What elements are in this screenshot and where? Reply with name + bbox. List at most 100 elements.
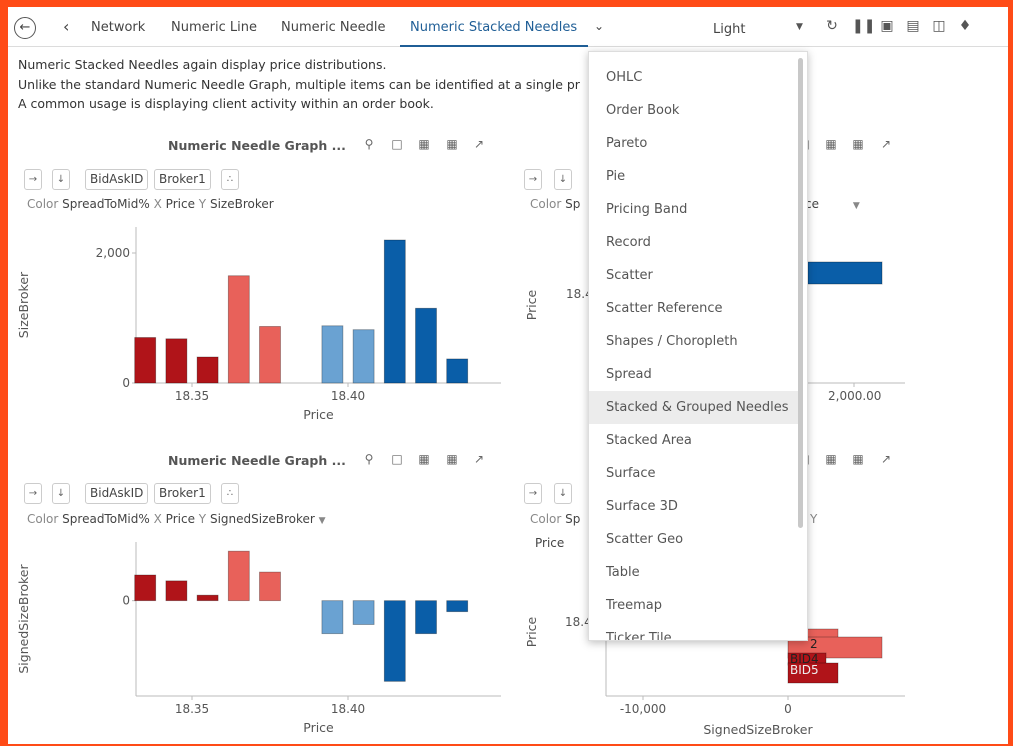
dropdown-item[interactable]: Surface xyxy=(589,457,798,490)
axis-y-key: Y xyxy=(810,512,817,526)
y-axis-label: SignedSizeBroker xyxy=(16,564,31,674)
sort-desc-icon[interactable]: ↓ xyxy=(554,169,572,190)
sort-asc-icon[interactable]: → xyxy=(524,483,542,504)
table-icon[interactable]: ▦ xyxy=(850,137,866,151)
axis-tail: ce ▼ xyxy=(805,197,860,211)
dropdown-item[interactable]: Ticker Tile xyxy=(589,622,798,640)
dropdown-item[interactable]: Record xyxy=(589,226,798,259)
x-value[interactable]: Price xyxy=(166,512,195,526)
dropdown-item[interactable]: Order Book xyxy=(589,94,798,127)
dropdown-item[interactable]: Scatter xyxy=(589,259,798,292)
dropdown-item[interactable]: Surface 3D xyxy=(589,490,798,523)
y-axis-label: SizeBroker xyxy=(16,271,31,338)
tab-numeric-needle[interactable]: Numeric Needle xyxy=(281,20,385,35)
search-icon[interactable]: ⚲ xyxy=(361,452,377,466)
theme-select[interactable]: Light xyxy=(713,22,745,37)
dropdown-item[interactable]: Treemap xyxy=(589,589,798,622)
dropdown-item[interactable]: Scatter Geo xyxy=(589,523,798,556)
selection-icon[interactable]: □ xyxy=(389,137,405,151)
sort-desc-icon[interactable]: ↓ xyxy=(52,483,70,504)
scatter-icon[interactable]: ∴ xyxy=(221,169,239,190)
back-circle-icon[interactable]: ← xyxy=(14,17,36,39)
caret-down-icon[interactable]: ▼ xyxy=(319,516,326,526)
needle-bar xyxy=(415,307,437,384)
dropdown-item[interactable]: Stacked Area xyxy=(589,424,798,457)
dropdown-item[interactable]: Scatter Reference xyxy=(589,292,798,325)
sort-asc-icon[interactable]: → xyxy=(24,483,42,504)
table-icon[interactable]: ▦ xyxy=(444,452,460,466)
expand-icon[interactable]: ↗ xyxy=(471,137,487,151)
tab-numeric-stacked-needles[interactable]: Numeric Stacked Needles xyxy=(410,20,577,35)
search-icon[interactable]: ⚲ xyxy=(361,137,377,151)
excel-icon[interactable]: ▦ xyxy=(416,137,432,151)
y-axis-label: Price xyxy=(524,616,539,647)
dropdown-item[interactable]: Pricing Band xyxy=(589,193,798,226)
x-value[interactable]: Price xyxy=(166,197,195,211)
refresh-icon[interactable]: ↻ xyxy=(823,17,841,35)
color-key: Color xyxy=(530,197,562,211)
dropdown-item[interactable]: OHLC xyxy=(589,61,798,94)
chevron-left-icon[interactable]: ‹ xyxy=(63,18,69,36)
expand-icon[interactable]: ↗ xyxy=(471,452,487,466)
color-value[interactable]: Sp xyxy=(565,197,580,211)
y-value[interactable]: SizeBroker xyxy=(210,197,274,211)
table-icon[interactable]: ▦ xyxy=(850,452,866,466)
chevron-down-icon[interactable]: ⌄ xyxy=(594,19,604,33)
y-tick-label: 0 xyxy=(122,376,130,390)
app-window: ← ‹ Network Numeric Line Numeric Needle … xyxy=(8,7,1008,744)
chip-bidaskid[interactable]: BidAskID xyxy=(85,169,149,190)
x-axis-label: Price xyxy=(303,407,334,422)
needle-bar xyxy=(383,239,406,384)
dropdown-item[interactable]: Pie xyxy=(589,160,798,193)
needle-bar xyxy=(134,574,157,602)
y-tick-label: 0 xyxy=(122,594,130,608)
needle-bar xyxy=(321,600,344,635)
x-tick-label: 18.40 xyxy=(331,389,365,403)
dropdown-item[interactable]: Stacked & Grouped Needles xyxy=(589,391,798,424)
table-icon[interactable]: ▦ xyxy=(444,137,460,151)
color-value[interactable]: SpreadToMid% xyxy=(62,197,150,211)
excel-icon[interactable]: ▦ xyxy=(823,137,839,151)
sort-desc-icon[interactable]: ↓ xyxy=(554,483,572,504)
excel-icon[interactable]: ▦ xyxy=(416,452,432,466)
needle-bar xyxy=(227,275,250,384)
x-tick-label: 0 xyxy=(784,702,792,716)
dropdown-scrollbar[interactable] xyxy=(798,58,803,528)
tab-network[interactable]: Network xyxy=(91,20,145,35)
caret-down-icon[interactable]: ▼ xyxy=(796,22,803,32)
dropdown-item[interactable]: Table xyxy=(589,556,798,589)
y-key: Y xyxy=(810,512,818,526)
expand-icon[interactable]: ↗ xyxy=(878,137,894,151)
y-key: Y xyxy=(198,512,207,526)
chip-bidaskid[interactable]: BidAskID xyxy=(85,483,149,504)
sort-asc-icon[interactable]: → xyxy=(524,169,542,190)
snapshot-icon[interactable]: ▣ xyxy=(878,17,896,35)
chip-broker1[interactable]: Broker1 xyxy=(154,483,211,504)
dropdown-item[interactable]: Shapes / Choropleth xyxy=(589,325,798,358)
pause-icon[interactable]: ❚❚ xyxy=(852,17,875,35)
needle-bar xyxy=(165,338,188,384)
bell-icon[interactable]: ♦ xyxy=(956,17,974,35)
selection-icon[interactable]: □ xyxy=(389,452,405,466)
needle-bar xyxy=(227,550,250,602)
panel-title: Numeric Needle Graph ... xyxy=(168,453,346,468)
scatter-icon[interactable]: ∴ xyxy=(221,483,239,504)
needle-bar xyxy=(352,600,375,625)
color-value[interactable]: Sp xyxy=(565,512,580,526)
sort-desc-icon[interactable]: ↓ xyxy=(52,169,70,190)
excel-icon[interactable]: ▦ xyxy=(823,452,839,466)
color-value[interactable]: SpreadToMid% xyxy=(62,512,150,526)
dropdown-item[interactable]: Pareto xyxy=(589,127,798,160)
description-line-3: A common usage is displaying client acti… xyxy=(18,96,434,111)
bookmark-icon[interactable]: ◫ xyxy=(930,17,948,35)
expand-icon[interactable]: ↗ xyxy=(878,452,894,466)
caret-down-icon[interactable]: ▼ xyxy=(853,201,860,211)
tab-numeric-line[interactable]: Numeric Line xyxy=(171,20,257,35)
dropdown-item[interactable]: Spread xyxy=(589,358,798,391)
chart-type-dropdown[interactable]: OHLC Order Book Pareto Pie Pricing Band Recor… xyxy=(588,51,808,641)
chip-broker1[interactable]: Broker1 xyxy=(154,169,211,190)
sort-asc-icon[interactable]: → xyxy=(24,169,42,190)
description-line-1: Numeric Stacked Needles again display pr… xyxy=(18,57,387,72)
pdf-icon[interactable]: ▤ xyxy=(904,17,922,35)
y-value[interactable]: SignedSizeBroker xyxy=(210,512,315,526)
